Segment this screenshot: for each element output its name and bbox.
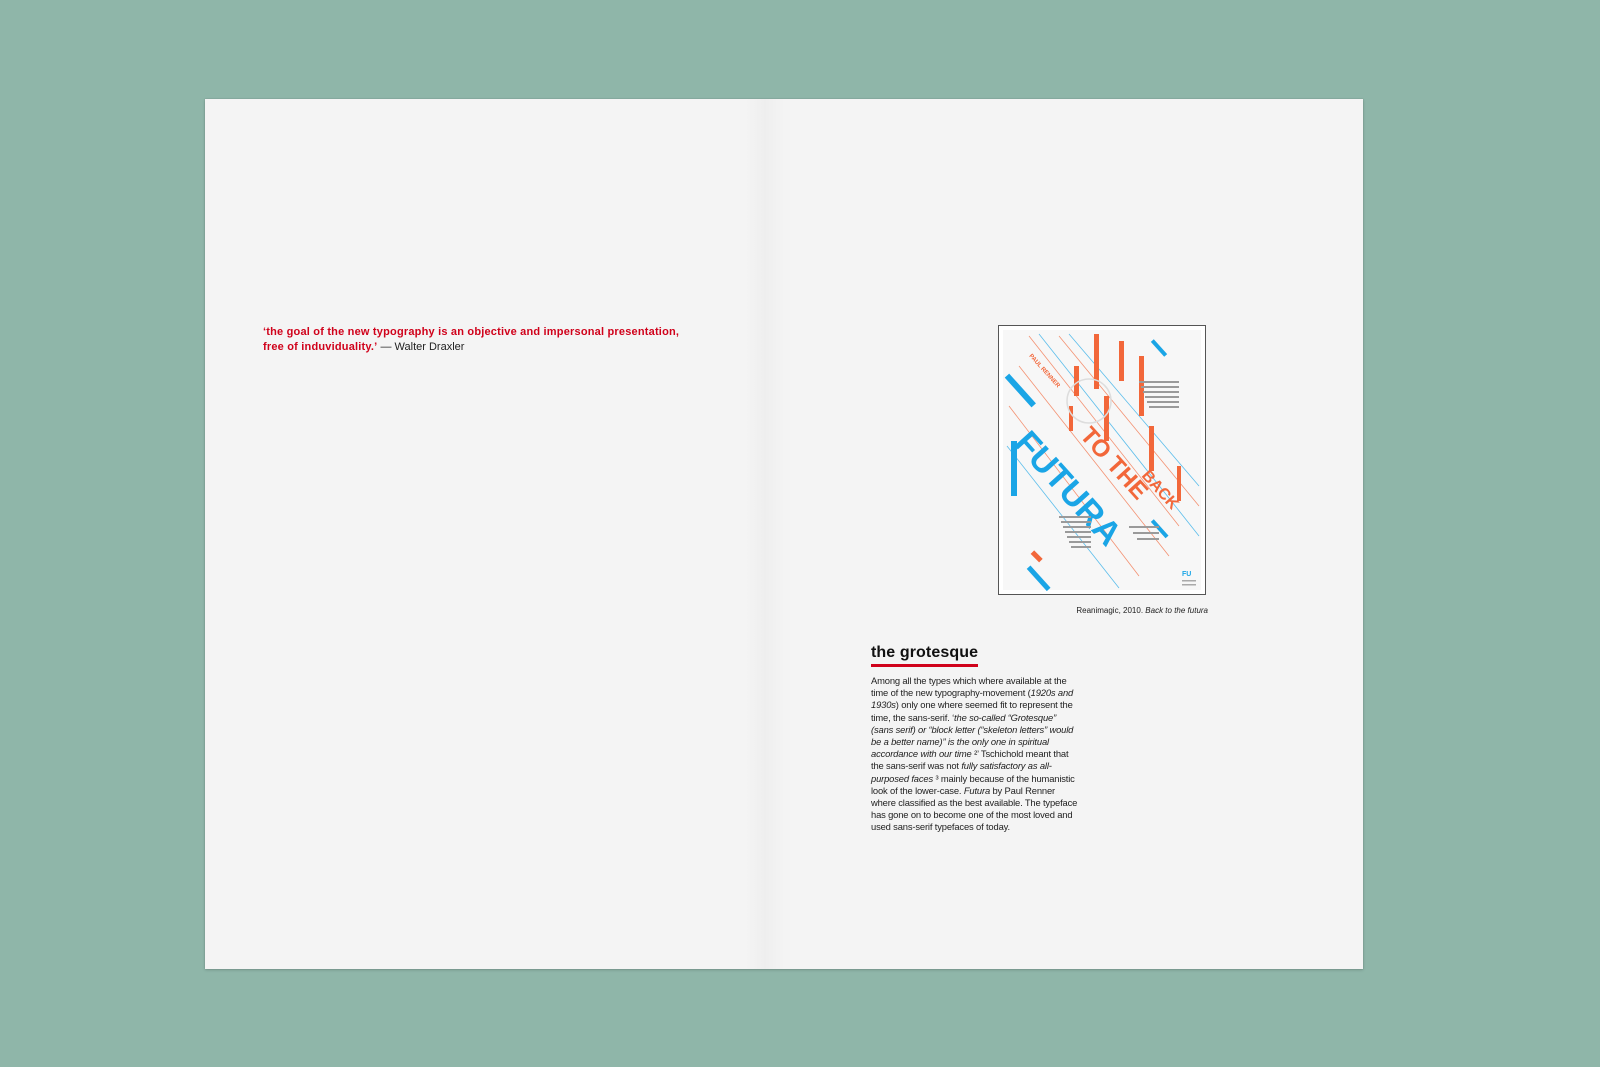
- quote-author: — Walter Draxler: [380, 341, 465, 353]
- quote-text: ‘the goal of the new typography is an ob…: [263, 326, 680, 353]
- poster-artwork: FUTURA TO THE BACK PAUL RENNER FU: [1003, 330, 1201, 592]
- caption-prefix: Reanimagic, 2010.: [1076, 606, 1144, 615]
- section-body-text: Among all the types which where availabl…: [871, 675, 1079, 834]
- body-text-run: Futura: [963, 784, 991, 796]
- pull-quote: ‘the goal of the new typography is an ob…: [263, 325, 683, 355]
- poster-image: FUTURA TO THE BACK PAUL RENNER FU: [998, 325, 1206, 595]
- section-heading: the grotesque: [871, 644, 979, 667]
- caption-title: Back to the futura: [1145, 606, 1208, 615]
- image-caption: Reanimagic, 2010. Back to the futura: [998, 606, 1208, 615]
- magazine-spread: ‘the goal of the new typography is an ob…: [205, 99, 1363, 969]
- poster-logo: FU: [1182, 571, 1191, 578]
